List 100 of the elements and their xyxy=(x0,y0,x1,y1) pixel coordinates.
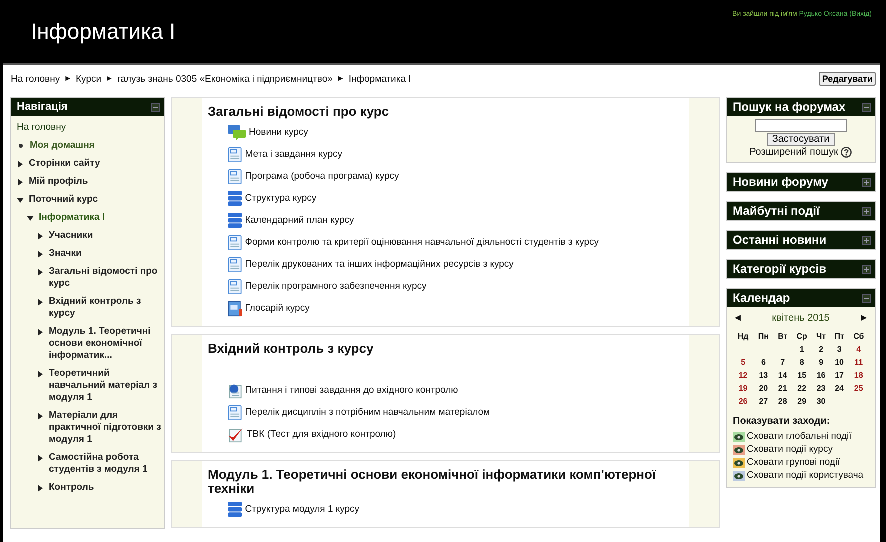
calendar-day[interactable]: 25 xyxy=(854,384,864,393)
apply-button[interactable]: Застосувати xyxy=(767,133,835,146)
caret-right-icon[interactable] xyxy=(17,179,24,186)
calendar-day[interactable]: 3 xyxy=(837,345,842,354)
calendar-day[interactable]: 10 xyxy=(835,358,844,367)
activity-link[interactable]: Перелік друкованих та інших інформаційних ресурсів з курсу xyxy=(245,259,514,270)
breadcrumb-link[interactable]: Інформатика І xyxy=(348,74,412,84)
breadcrumb-link[interactable]: Курси xyxy=(76,74,102,84)
calendar-day[interactable]: 7 xyxy=(780,358,786,367)
calendar-day[interactable]: 23 xyxy=(816,384,826,393)
activity-link[interactable]: Структура модуля 1 курсу xyxy=(245,504,360,515)
calendar-day[interactable]: 11 xyxy=(854,358,864,367)
nav-item[interactable]: Вхідний контроль з курсу xyxy=(49,296,162,320)
calendar-day[interactable]: 17 xyxy=(835,371,844,380)
calendar-day[interactable]: 1 xyxy=(800,345,804,354)
calendar-day[interactable]: 27 xyxy=(759,397,768,406)
activity-link[interactable]: Перелік програмного забезпечення курсу xyxy=(245,281,427,292)
previous-month-button[interactable]: ◄ xyxy=(733,313,743,324)
calendar-day[interactable]: 5 xyxy=(741,358,746,367)
activity-link[interactable]: Новини курсу xyxy=(249,127,308,138)
collapse-icon[interactable] xyxy=(862,102,871,112)
collapse-icon[interactable] xyxy=(151,102,160,112)
calendar-day[interactable]: 22 xyxy=(798,384,807,393)
event-toggle-link[interactable]: Сховати групові події xyxy=(747,457,840,468)
caret-right-icon[interactable] xyxy=(37,269,44,276)
weekday-label: Чт xyxy=(816,331,828,343)
caret-right-icon[interactable] xyxy=(37,329,44,336)
nav-item[interactable]: Учасники xyxy=(49,230,94,242)
calendar-day[interactable]: 14 xyxy=(778,371,788,380)
block-title: Майбутні події xyxy=(733,204,820,218)
caret-down-icon[interactable] xyxy=(17,197,24,204)
activity-link[interactable]: Форми контролю та критерії оцінювання навчальної діяльності студентів з курсу xyxy=(245,237,600,248)
expand-icon[interactable] xyxy=(862,206,871,216)
activity-link[interactable]: Мета і завдання курсу xyxy=(245,149,342,160)
calendar-day[interactable]: 21 xyxy=(778,384,788,393)
activity-link[interactable]: Календарний план курсу xyxy=(245,215,354,226)
calendar-day[interactable]: 24 xyxy=(835,384,844,393)
nav-item[interactable]: Матеріали для практичної підготовки з модуля 1 xyxy=(49,410,162,446)
calendar-day[interactable]: 4 xyxy=(856,345,862,354)
nav-item[interactable]: Значки xyxy=(49,248,82,260)
nav-item[interactable]: Загальні відомості про курс xyxy=(49,266,162,290)
nav-item[interactable]: Мій профіль xyxy=(29,176,88,188)
nav-item[interactable]: На головну xyxy=(17,122,66,134)
caret-down-icon[interactable] xyxy=(27,215,34,222)
activity-link[interactable]: Структура курсу xyxy=(245,193,317,204)
calendar-day[interactable]: 6 xyxy=(761,358,766,367)
event-toggle-link[interactable]: Сховати події курсу xyxy=(747,444,833,455)
breadcrumb-link[interactable]: На головну xyxy=(11,74,60,84)
calendar-day[interactable]: 30 xyxy=(816,397,826,406)
advanced-search-link[interactable]: Розширений пошук xyxy=(750,147,838,158)
nav-item[interactable]: Поточний курс xyxy=(29,194,98,206)
calendar-day[interactable]: 28 xyxy=(778,397,788,406)
activity-link[interactable]: Питання і типові завдання до вхідного контролю xyxy=(245,385,458,396)
section-title: Вхідний контроль з курсу xyxy=(208,342,375,356)
calendar-day[interactable]: 18 xyxy=(854,371,864,380)
activity-link[interactable]: ТВК (Тест для вхідного контролю) xyxy=(247,429,396,440)
edit-button[interactable]: Редагувати xyxy=(819,72,876,86)
activity-link[interactable]: Глосарій курсу xyxy=(245,303,310,314)
calendar-day[interactable]: 13 xyxy=(759,371,768,380)
expand-icon[interactable] xyxy=(862,236,871,244)
nav-item[interactable]: Контроль xyxy=(49,482,94,494)
caret-right-icon[interactable] xyxy=(37,251,44,258)
activity-link[interactable]: Програма (робоча програма) курсу xyxy=(245,171,400,182)
nav-item[interactable]: Самостійна робота студентів з модуля 1 xyxy=(49,452,162,476)
search-field[interactable] xyxy=(755,119,847,132)
month-title[interactable]: квітень 2015 xyxy=(772,313,830,324)
block-title: Новини форуму xyxy=(733,175,828,189)
caret-right-icon[interactable] xyxy=(37,455,44,462)
expand-icon[interactable] xyxy=(862,264,871,274)
caret-right-icon[interactable] xyxy=(17,161,24,168)
caret-right-icon[interactable] xyxy=(37,485,44,492)
nav-item[interactable]: Інформатика І xyxy=(39,212,106,224)
caret-right-icon[interactable] xyxy=(37,413,44,420)
calendar-day[interactable]: 9 xyxy=(819,358,824,367)
nav-item[interactable]: Теоретичний навчальний матеріал з модуля 1 xyxy=(49,368,162,404)
breadcrumb-link[interactable]: галузь знань 0305 «Економіка і підприємництво» xyxy=(117,74,333,84)
nav-item[interactable]: Модуль 1. Теоретичні основи економічної інформатик... xyxy=(49,326,162,362)
calendar-day[interactable]: 16 xyxy=(816,371,826,380)
activity-link[interactable]: Перелік дисциплін з потрібним навчальним матеріалом xyxy=(245,407,490,418)
caret-right-icon[interactable] xyxy=(37,233,44,240)
section-title: Загальні відомості про курс xyxy=(208,105,390,119)
next-month-button[interactable]: ► xyxy=(859,313,869,324)
calendar-day[interactable]: 19 xyxy=(738,384,748,393)
calendar-day[interactable]: 12 xyxy=(738,371,748,380)
nav-item[interactable]: Сторінки сайту xyxy=(29,158,100,170)
calendar-day[interactable]: 26 xyxy=(738,397,748,406)
calendar-day[interactable]: 20 xyxy=(759,384,768,393)
expand-icon[interactable] xyxy=(862,178,871,186)
page-icon xyxy=(228,404,242,420)
event-toggle-link[interactable]: Сховати події користувача xyxy=(747,470,864,481)
calendar-day[interactable]: 29 xyxy=(798,397,807,406)
help-icon[interactable] xyxy=(841,147,852,158)
caret-right-icon[interactable] xyxy=(37,371,44,378)
calendar-day[interactable]: 2 xyxy=(819,345,824,354)
nav-item[interactable]: Моя домашня xyxy=(30,140,95,152)
calendar-day[interactable]: 15 xyxy=(798,371,807,380)
event-toggle-link[interactable]: Сховати глобальні події xyxy=(747,431,852,442)
calendar-day[interactable]: 8 xyxy=(800,358,804,367)
caret-right-icon[interactable] xyxy=(37,299,44,306)
collapse-icon[interactable] xyxy=(862,294,871,302)
